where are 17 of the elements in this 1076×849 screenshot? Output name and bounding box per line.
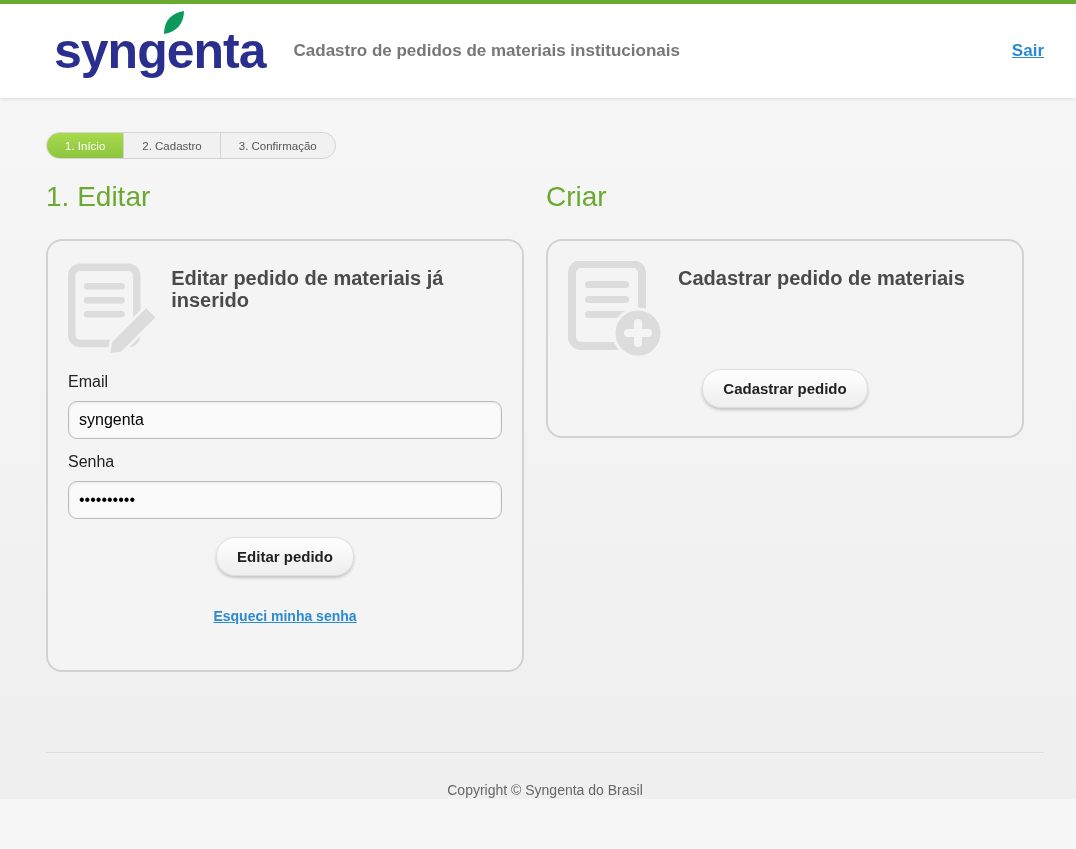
step-tab[interactable]: 3. Confirmação [220,133,335,158]
create-button[interactable]: Cadastrar pedido [702,369,868,408]
card-title: Cadastrar pedido de materiais [678,267,965,291]
page-title: Cadastro de pedidos de materiais institucionais [293,41,681,61]
input-field[interactable]: syngenta [68,401,502,439]
leaf-icon [162,10,186,36]
copyright-text: Copyright © Syngenta do Brasil [447,782,643,798]
field-label: Email [68,373,109,391]
step-tab[interactable]: 2. Cadastro [124,133,221,158]
edit-button[interactable]: Editar pedido [216,537,354,576]
field-label: Senha [68,453,116,471]
card-title: Editar pedido de materiais já inserido [171,267,445,313]
logo: syngenta [54,26,266,76]
input-field[interactable]: •••••••••• [68,481,502,519]
section-heading: Criar [546,181,608,213]
logout-link[interactable]: Sair [1011,41,1044,61]
section-heading: 1. Editar [46,181,152,213]
